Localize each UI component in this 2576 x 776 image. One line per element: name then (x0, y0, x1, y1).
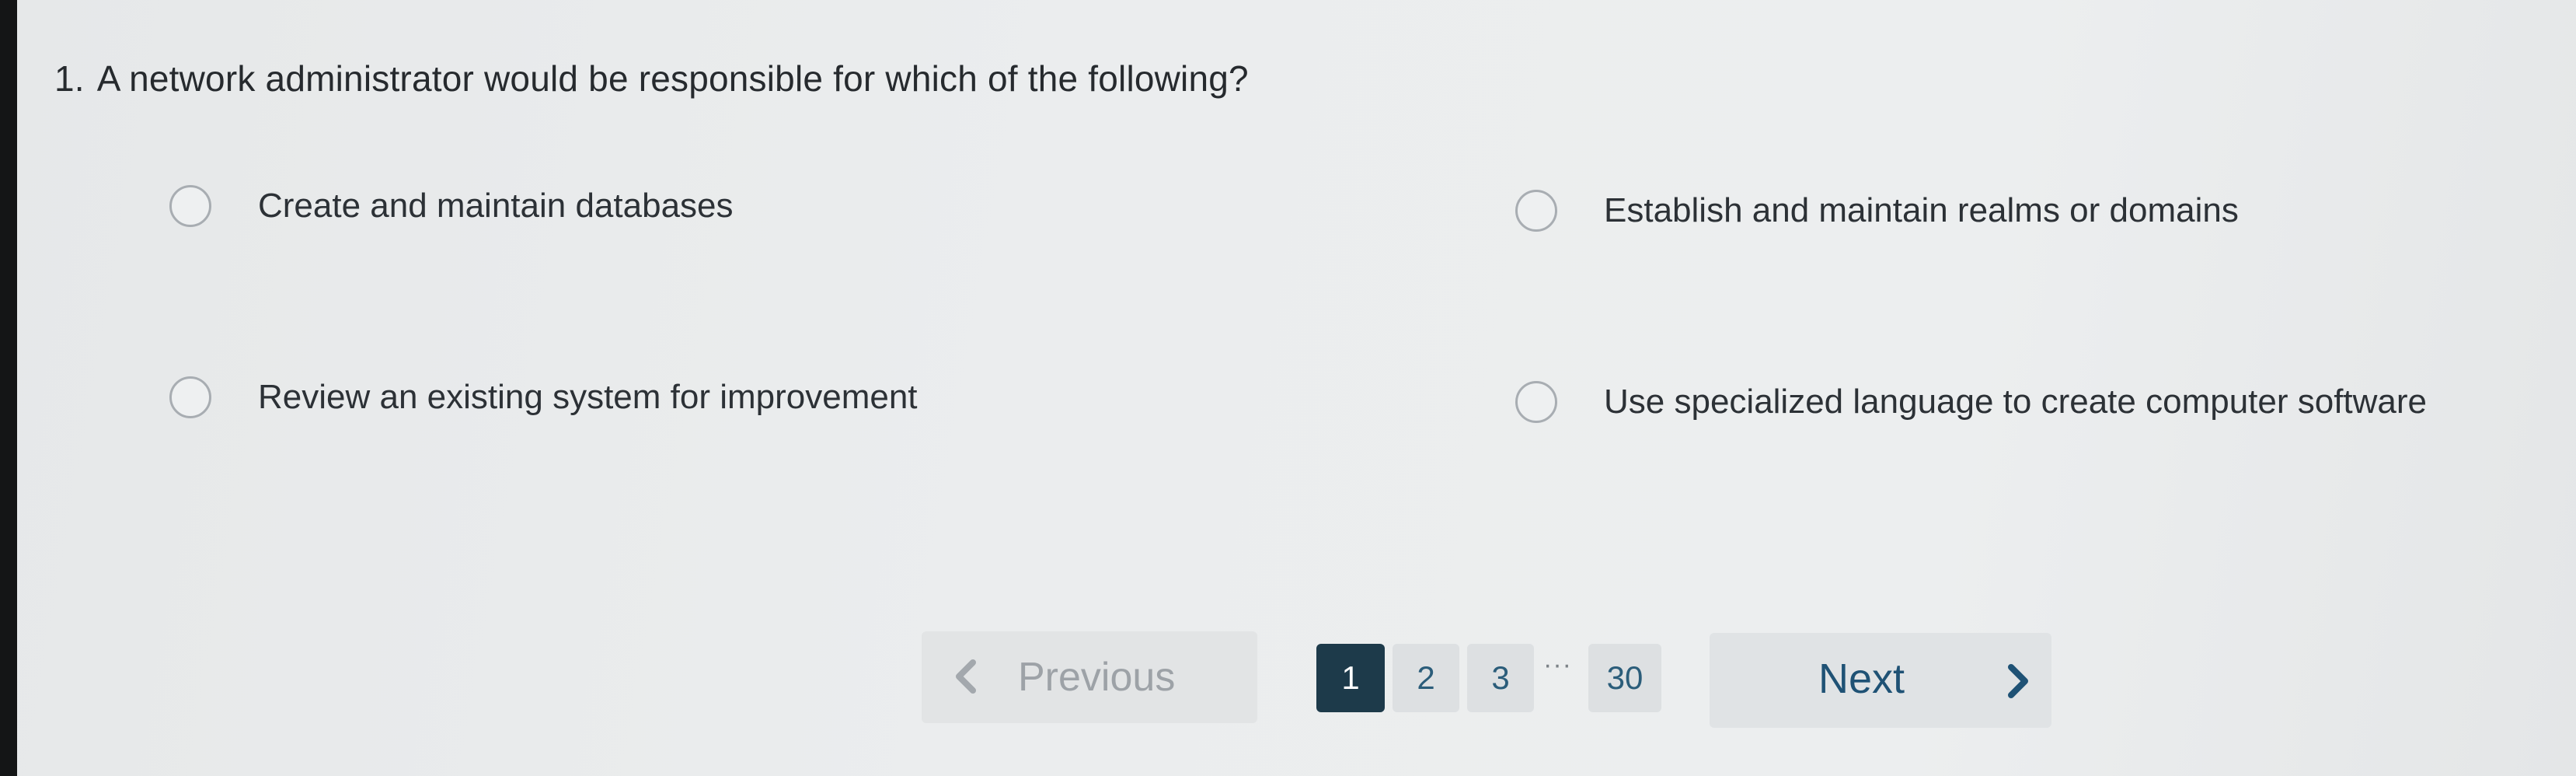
next-button[interactable]: Next (1710, 633, 2051, 728)
answer-option-b[interactable]: Establish and maintain realms or domains (1515, 190, 2239, 232)
answer-option-d[interactable]: Use specialized language to create compu… (1515, 381, 2427, 423)
question-heading: 1. A network administrator would be respo… (54, 58, 1249, 100)
page-3-button[interactable]: 3 (1467, 644, 1534, 712)
answer-label-a: Create and maintain databases (258, 187, 734, 225)
next-label: Next (1818, 655, 1905, 702)
page-2-button[interactable]: 2 (1393, 644, 1459, 712)
previous-label: Previous (1018, 655, 1176, 700)
radio-button-b[interactable] (1515, 190, 1557, 232)
radio-button-a[interactable] (169, 185, 211, 227)
page-1-button[interactable]: 1 (1316, 644, 1385, 712)
page-30-button[interactable]: 30 (1588, 644, 1661, 712)
chevron-right-icon (2008, 664, 2028, 698)
answer-label-c: Review an existing system for improvemen… (258, 378, 918, 416)
radio-button-d[interactable] (1515, 381, 1557, 423)
question-text: A network administrator would be respons… (96, 58, 1249, 99)
screen-bezel (0, 0, 17, 776)
chevron-left-icon (956, 659, 976, 694)
answer-label-d: Use specialized language to create compu… (1604, 383, 2428, 421)
previous-button[interactable]: Previous (922, 631, 1257, 723)
answer-label-b: Establish and maintain realms or domains (1604, 191, 2239, 229)
pagination-ellipsis: ··· (1543, 650, 1572, 680)
radio-button-c[interactable] (169, 376, 211, 418)
answer-option-c[interactable]: Review an existing system for improvemen… (169, 376, 918, 418)
question-number: 1. (54, 58, 85, 99)
answer-option-a[interactable]: Create and maintain databases (169, 185, 734, 227)
